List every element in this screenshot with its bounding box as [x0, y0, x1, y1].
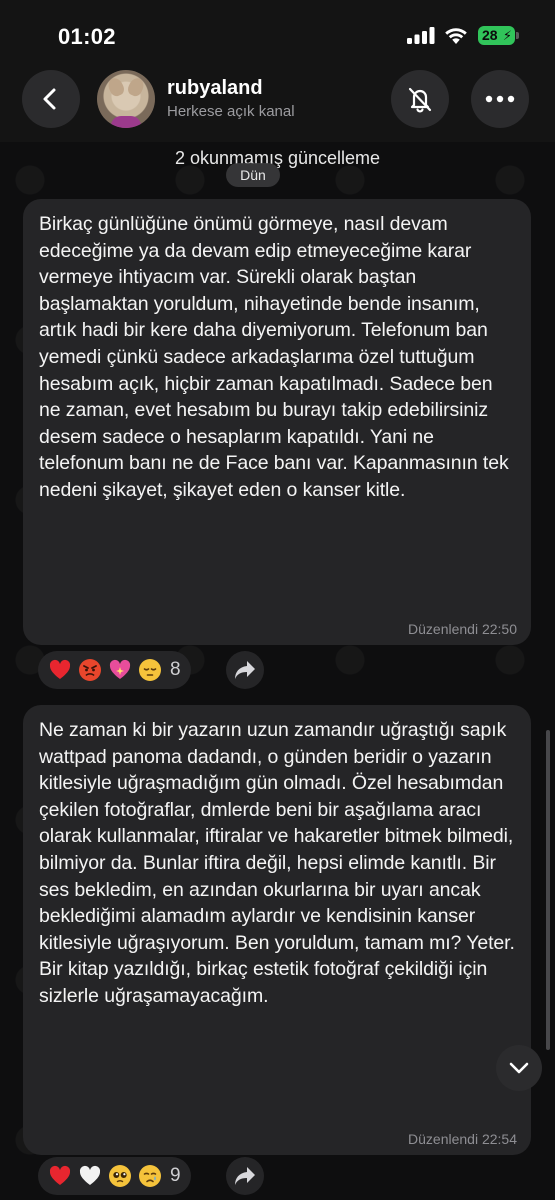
cellular-signal-icon: [407, 27, 435, 44]
pleading-face-icon: [108, 1164, 132, 1188]
channel-subtitle: Herkese açık kanal: [167, 103, 295, 120]
channel-avatar[interactable]: [97, 70, 155, 128]
chevron-down-icon: [509, 1062, 529, 1074]
message-bubble[interactable]: Ne zaman ki bir yazarın uzun zamandır uğ…: [23, 705, 531, 1155]
unread-updates-banner: 2 okunmamış güncelleme: [174, 148, 381, 168]
message-meta: Düzenlendi 22:50: [408, 621, 517, 637]
red-heart-icon: [48, 1164, 72, 1188]
message-meta: Düzenlendi 22:54: [408, 1131, 517, 1147]
red-heart-icon: [48, 658, 72, 682]
reactions-pill[interactable]: 8: [38, 651, 191, 689]
battery-indicator: 28 ⚡: [478, 26, 515, 45]
back-button[interactable]: [22, 70, 80, 128]
message-text: Ne zaman ki bir yazarın uzun zamandır uğ…: [39, 719, 515, 1007]
more-options-button[interactable]: [471, 70, 529, 128]
charging-bolt-icon: ⚡: [502, 28, 512, 43]
crying-face-icon: [138, 1164, 162, 1188]
status-bar: 01:02 28 ⚡: [0, 0, 555, 70]
battery-cap: [516, 32, 519, 39]
white-heart-icon: [78, 1164, 102, 1188]
angry-face-icon: [78, 658, 102, 682]
date-separator: Dün: [226, 163, 280, 187]
scroll-to-bottom-button[interactable]: [496, 1045, 542, 1091]
scrollbar[interactable]: [546, 730, 550, 1050]
ellipsis-icon: [485, 95, 515, 103]
share-arrow-icon: [235, 1167, 255, 1185]
share-button[interactable]: [226, 1157, 264, 1195]
share-arrow-icon: [235, 661, 255, 679]
pensive-face-icon: [138, 658, 162, 682]
wifi-icon: [445, 28, 467, 44]
reaction-count: 9: [170, 1165, 181, 1186]
share-button[interactable]: [226, 651, 264, 689]
avatar-body: [111, 116, 141, 128]
battery-level: 28: [482, 27, 498, 43]
avatar-ear-left: [105, 75, 127, 99]
status-time: 01:02: [58, 24, 116, 49]
reactions-pill[interactable]: 9: [38, 1157, 191, 1195]
chevron-left-icon: [43, 88, 56, 110]
reaction-count: 8: [170, 659, 181, 680]
sparkling-heart-icon: [108, 658, 132, 682]
bell-slash-icon: [408, 87, 432, 113]
avatar-ear-right: [125, 75, 147, 99]
message-text: Birkaç günlüğüne önümü görmeye, nasıl de…: [39, 213, 509, 501]
message-bubble[interactable]: Birkaç günlüğüne önümü görmeye, nasıl de…: [23, 199, 531, 645]
chat-header: rubyaland Herkese açık kanal: [0, 70, 555, 142]
mute-button[interactable]: [391, 70, 449, 128]
channel-name[interactable]: rubyaland: [167, 77, 263, 100]
